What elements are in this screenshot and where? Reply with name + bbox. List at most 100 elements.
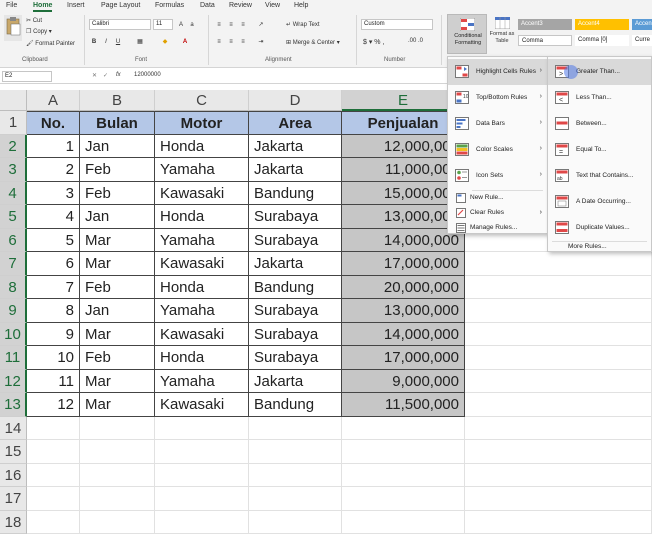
align-top-icon[interactable]: ≡: [214, 20, 224, 29]
cell-e10[interactable]: 14,000,000: [342, 323, 465, 347]
name-box[interactable]: E2: [2, 71, 52, 82]
cell-a10[interactable]: 9: [27, 323, 80, 347]
style-accent3[interactable]: Accent3: [518, 19, 572, 30]
column-header-a[interactable]: A: [27, 90, 80, 111]
column-header-d[interactable]: D: [249, 90, 342, 111]
cell-c9[interactable]: Yamaha: [155, 299, 249, 323]
row-header-12[interactable]: 12: [0, 370, 27, 394]
cell[interactable]: [155, 464, 249, 488]
submenu-item-between[interactable]: Between...: [548, 111, 651, 137]
row-header-14[interactable]: 14: [0, 417, 27, 441]
tab-formulas[interactable]: Formulas: [155, 2, 184, 9]
cell[interactable]: [27, 487, 80, 511]
cell-d8[interactable]: Bandung: [249, 276, 342, 300]
underline-icon[interactable]: U: [113, 37, 123, 46]
cell[interactable]: [27, 440, 80, 464]
cell-empty[interactable]: [465, 417, 652, 441]
header-cell-a[interactable]: No.: [27, 111, 80, 135]
cell-e11[interactable]: 17,000,000: [342, 346, 465, 370]
align-middle-icon[interactable]: ≡: [226, 20, 236, 29]
cell[interactable]: [155, 511, 249, 534]
cell[interactable]: [342, 464, 465, 488]
cell-b8[interactable]: Feb: [80, 276, 155, 300]
cell-empty[interactable]: [465, 276, 652, 300]
cell-c11[interactable]: Honda: [155, 346, 249, 370]
header-cell-b[interactable]: Bulan: [80, 111, 155, 135]
submenu-item-duplicate-values[interactable]: Duplicate Values...: [548, 215, 651, 241]
bold-icon[interactable]: B: [89, 37, 99, 46]
header-cell-d[interactable]: Area: [249, 111, 342, 135]
cell[interactable]: [27, 464, 80, 488]
cell-a4[interactable]: 3: [27, 182, 80, 206]
cf-menu-item-top-bottom[interactable]: 10Top/Bottom Rules›: [448, 85, 547, 111]
cell-b13[interactable]: Mar: [80, 393, 155, 417]
submenu-item-equal-to[interactable]: =Equal To...: [548, 137, 651, 163]
cell-b11[interactable]: Feb: [80, 346, 155, 370]
cell-a2[interactable]: 1: [27, 135, 80, 159]
cell-e8[interactable]: 20,000,000: [342, 276, 465, 300]
indent-icon[interactable]: ⇥: [256, 37, 266, 46]
cell-d10[interactable]: Surabaya: [249, 323, 342, 347]
merge-center-button[interactable]: ⊞ Merge & Center ▾: [286, 39, 340, 46]
cf-menu-item-new-rule[interactable]: New Rule...: [448, 191, 547, 206]
paste-icon[interactable]: [4, 15, 22, 41]
submenu-item-date-occurring[interactable]: A Date Occurring...: [548, 189, 651, 215]
align-center-icon[interactable]: ≡: [226, 37, 236, 46]
column-header-b[interactable]: B: [80, 90, 155, 111]
cell-c13[interactable]: Kawasaki: [155, 393, 249, 417]
cell-a13[interactable]: 12: [27, 393, 80, 417]
cell-empty[interactable]: [465, 487, 652, 511]
cell-empty[interactable]: [465, 440, 652, 464]
increase-font-icon[interactable]: A: [176, 20, 186, 29]
header-cell-c[interactable]: Motor: [155, 111, 249, 135]
row-header-15[interactable]: 15: [0, 440, 27, 464]
decimal-icon[interactable]: .00 .0: [408, 38, 423, 44]
cancel-icon[interactable]: ✕: [92, 72, 97, 79]
font-name-combo[interactable]: Calibri: [89, 19, 151, 30]
cell-b10[interactable]: Mar: [80, 323, 155, 347]
row-header-16[interactable]: 16: [0, 464, 27, 488]
submenu-item-less-than[interactable]: <Less Than...: [548, 85, 651, 111]
font-color-icon[interactable]: A: [180, 37, 190, 46]
cut-button[interactable]: ✂ Cut: [26, 17, 42, 24]
row-header-17[interactable]: 17: [0, 487, 27, 511]
row-header-2[interactable]: 2: [0, 135, 27, 159]
copy-button[interactable]: ❐ Copy ▾: [26, 28, 52, 35]
cell-e9[interactable]: 13,000,000: [342, 299, 465, 323]
row-header-8[interactable]: 8: [0, 276, 27, 300]
tab-insert[interactable]: Insert: [67, 2, 85, 9]
italic-icon[interactable]: I: [101, 37, 111, 46]
cf-menu-item-icon-sets[interactable]: Icon Sets›: [448, 163, 547, 189]
row-header-4[interactable]: 4: [0, 182, 27, 206]
cell[interactable]: [155, 487, 249, 511]
cell-c12[interactable]: Yamaha: [155, 370, 249, 394]
cell-b12[interactable]: Mar: [80, 370, 155, 394]
cell-d5[interactable]: Surabaya: [249, 205, 342, 229]
row-header-10[interactable]: 10: [0, 323, 27, 347]
cf-menu-item-manage-rules[interactable]: Manage Rules...: [448, 221, 547, 236]
cell[interactable]: [249, 464, 342, 488]
row-header-11[interactable]: 11: [0, 346, 27, 370]
fill-color-icon[interactable]: ◆: [160, 37, 170, 46]
font-size-combo[interactable]: 11: [153, 19, 173, 30]
cell[interactable]: [342, 511, 465, 534]
cell[interactable]: [80, 464, 155, 488]
cell-d12[interactable]: Jakarta: [249, 370, 342, 394]
tab-review[interactable]: Review: [229, 2, 252, 9]
cell-c3[interactable]: Yamaha: [155, 158, 249, 182]
cell[interactable]: [80, 511, 155, 534]
tab-view[interactable]: View: [265, 2, 280, 9]
tab-file[interactable]: File: [6, 2, 17, 9]
cell-c8[interactable]: Honda: [155, 276, 249, 300]
cell[interactable]: [342, 417, 465, 441]
row-header-3[interactable]: 3: [0, 158, 27, 182]
cell[interactable]: [249, 417, 342, 441]
cell-a11[interactable]: 10: [27, 346, 80, 370]
cell-d13[interactable]: Bandung: [249, 393, 342, 417]
cell-d3[interactable]: Jakarta: [249, 158, 342, 182]
cell-empty[interactable]: [465, 464, 652, 488]
fx-icon[interactable]: fx: [116, 72, 121, 78]
cell[interactable]: [249, 440, 342, 464]
style-accent5[interactable]: Accen: [632, 19, 652, 30]
cell[interactable]: [342, 487, 465, 511]
